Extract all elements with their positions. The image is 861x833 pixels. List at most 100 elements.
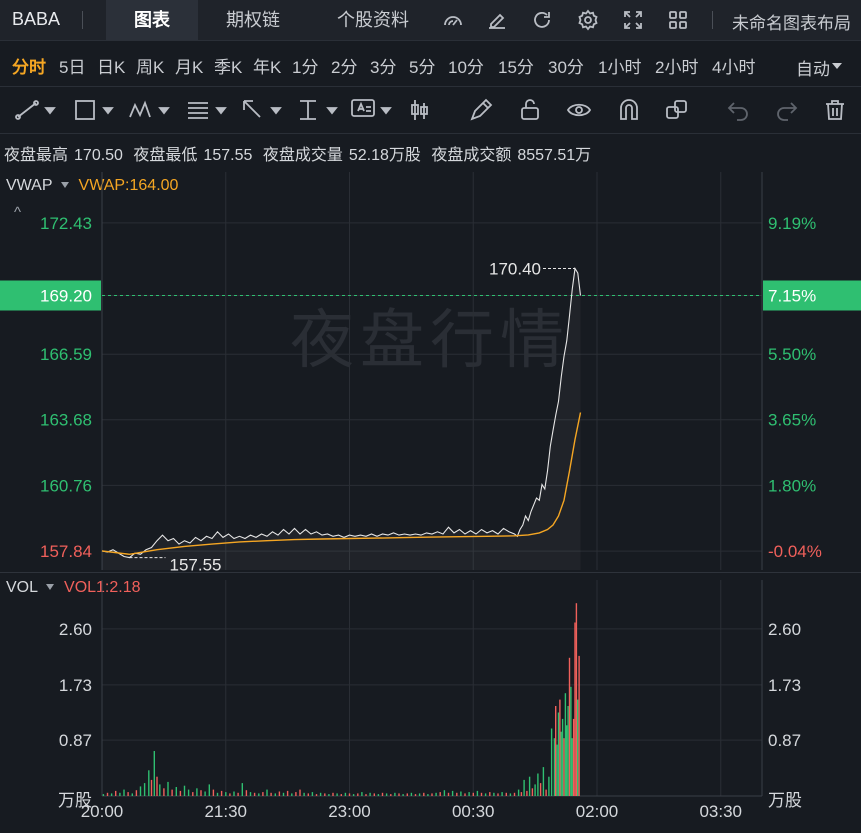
volume-tick-label: 0.87 xyxy=(59,731,92,750)
volume-bar xyxy=(578,655,580,796)
volume-bar xyxy=(139,786,142,796)
volume-bar xyxy=(414,794,417,796)
volume-bar xyxy=(361,792,363,796)
volume-bar xyxy=(505,792,507,796)
volume-bar xyxy=(196,788,198,796)
volume-bar xyxy=(262,792,264,796)
volume-bar xyxy=(464,793,466,796)
volume-bar xyxy=(451,790,454,796)
volume-bar xyxy=(369,792,371,796)
time-tick-label: 03:30 xyxy=(699,802,742,821)
volume-bar xyxy=(550,728,553,796)
volume-bar xyxy=(410,792,413,796)
volume-bar xyxy=(348,793,351,796)
volume-bar xyxy=(212,789,215,796)
volume-bar xyxy=(427,794,429,796)
volume-bar xyxy=(406,793,408,796)
volume-bar xyxy=(548,776,550,796)
volume-bar xyxy=(468,792,470,796)
volume-bar xyxy=(352,794,355,796)
price-volume-chart[interactable]: 夜盘行情 170.40 157.55 172.43 9.19% 166.59 5.50%… xyxy=(0,0,861,833)
time-tick-label: 00:30 xyxy=(452,802,495,821)
volume-bar xyxy=(328,794,330,796)
volume-layer xyxy=(102,603,580,796)
volume-bar xyxy=(561,718,564,796)
volume-bar xyxy=(472,792,474,796)
volume-bar xyxy=(258,793,260,796)
volume-bar xyxy=(373,793,375,796)
volume-bar xyxy=(153,751,155,796)
volume-bar xyxy=(577,699,579,796)
volume-bar xyxy=(447,792,450,796)
volume-bar xyxy=(208,784,210,796)
volume-bar xyxy=(324,793,326,796)
volume-bar xyxy=(501,792,503,796)
volume-bar xyxy=(123,789,125,796)
volume-bar xyxy=(225,792,227,796)
volume-bar xyxy=(282,792,285,796)
volume-bar xyxy=(159,784,161,796)
pct-tick-label: -0.04% xyxy=(768,542,822,561)
volume-bar xyxy=(381,792,384,796)
volume-bar xyxy=(517,789,520,796)
volume-bar xyxy=(110,793,113,796)
volume-unit-label-right: 万股 xyxy=(768,791,802,810)
volume-bar xyxy=(560,731,562,796)
high-annotation: 170.40 xyxy=(489,260,541,279)
volume-bar xyxy=(484,793,487,796)
volume-bar xyxy=(563,738,565,796)
volume-bar xyxy=(460,791,462,796)
volume-bar xyxy=(357,793,359,796)
volume-bar xyxy=(143,783,146,796)
volume-bar xyxy=(523,779,525,796)
volume-bar xyxy=(311,792,314,796)
volume-bar xyxy=(286,790,289,796)
volume-bar xyxy=(572,718,575,796)
price-tick-label: 172.43 xyxy=(40,214,92,233)
time-tick-label: 21:30 xyxy=(204,802,247,821)
volume-bar xyxy=(229,793,231,796)
volume-bar xyxy=(377,794,380,796)
volume-bar xyxy=(398,793,400,796)
volume-bar xyxy=(423,792,425,796)
volume-bar xyxy=(183,785,186,796)
price-tick-label: 157.84 xyxy=(40,542,92,561)
volume-bar xyxy=(539,783,542,796)
time-tick-label: 20:00 xyxy=(81,802,124,821)
volume-bar xyxy=(531,788,534,796)
volume-bar xyxy=(520,792,523,796)
volume-bar xyxy=(456,792,458,796)
volume-bar xyxy=(385,793,388,796)
volume-bar xyxy=(179,790,182,796)
volume-bar xyxy=(570,686,572,796)
volume-bar xyxy=(167,781,169,796)
watermark-text: 夜盘行情 xyxy=(290,304,570,378)
price-tick-label: 163.68 xyxy=(40,411,92,430)
volume-bar xyxy=(274,793,276,796)
volume-bar xyxy=(431,793,433,796)
volume-bar xyxy=(156,776,158,796)
volume-bar xyxy=(418,793,421,796)
volume-bar xyxy=(102,794,105,796)
volume-bar xyxy=(192,792,194,796)
pct-tick-label: 3.65% xyxy=(768,411,816,430)
volume-tick-label-right: 2.60 xyxy=(768,620,801,639)
volume-bar xyxy=(553,738,556,796)
volume-bar xyxy=(163,788,165,796)
volume-bar xyxy=(497,793,499,796)
volume-bar xyxy=(443,790,446,796)
volume-bar xyxy=(571,738,573,796)
pct-tick-label: 1.80% xyxy=(768,476,816,495)
volume-bar xyxy=(564,693,567,796)
volume-bar xyxy=(574,622,576,796)
volume-bar xyxy=(575,603,578,796)
volume-bar xyxy=(513,792,516,796)
volume-bar xyxy=(187,789,190,796)
volume-bar xyxy=(332,792,334,796)
volume-bar xyxy=(528,776,531,796)
volume-bar xyxy=(249,792,252,796)
current-pct-label: 7.15% xyxy=(768,287,816,306)
volume-bar xyxy=(545,789,547,796)
volume-bar xyxy=(295,792,297,796)
volume-tick-label: 1.73 xyxy=(59,676,92,695)
